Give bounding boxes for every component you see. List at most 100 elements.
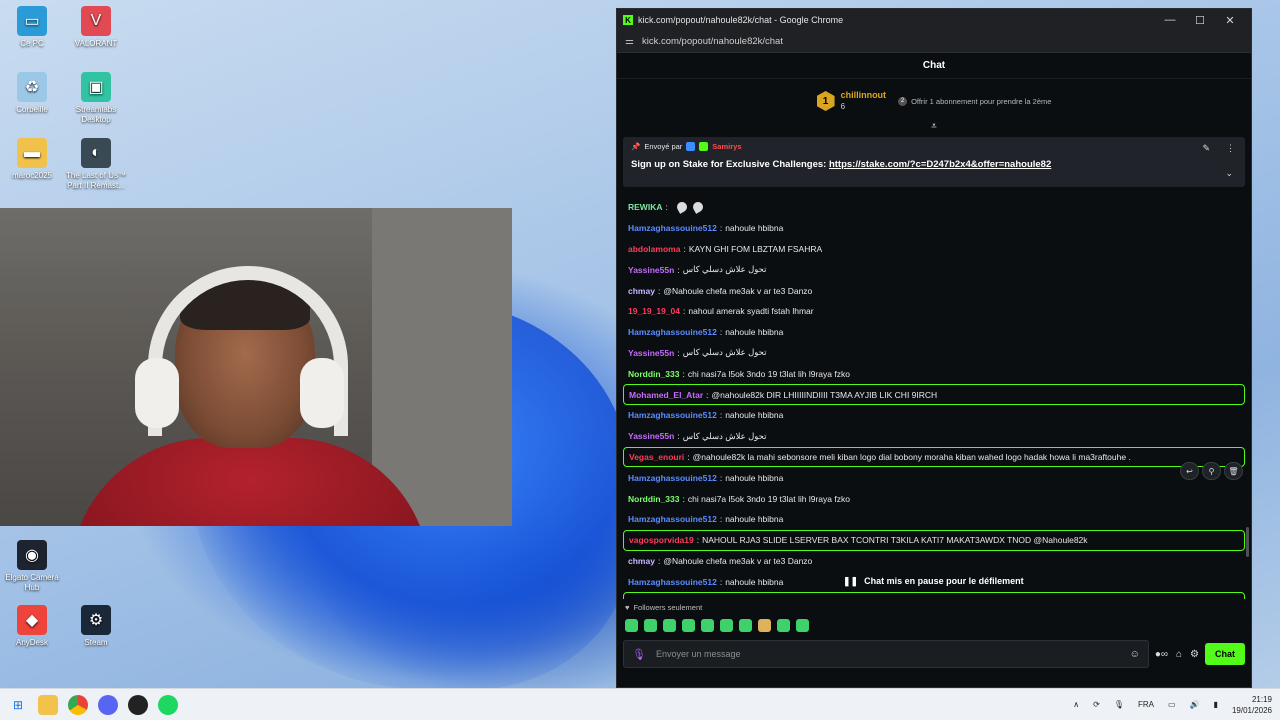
emote-icon[interactable] bbox=[625, 618, 638, 632]
desktop-icon-anydesk[interactable]: ◆ AnyDesk bbox=[0, 605, 64, 648]
username-separator: : bbox=[719, 410, 723, 421]
chat-username[interactable]: karam111bg bbox=[629, 598, 678, 599]
emote-icon[interactable] bbox=[644, 618, 657, 632]
emote-icon[interactable] bbox=[663, 618, 676, 632]
unpin-icon[interactable]: ✎ bbox=[1202, 143, 1210, 154]
emote-icon[interactable] bbox=[758, 618, 771, 632]
expand-chevron-icon[interactable]: ⌄ bbox=[1225, 168, 1233, 179]
desktop-icon-ce-pc[interactable]: ▭ Ce PC bbox=[0, 6, 64, 49]
chat-message[interactable]: Mohamed_El_Atar: @nahoule82k DIR LHIIIIIN… bbox=[623, 384, 1245, 405]
emote-icon[interactable] bbox=[796, 618, 809, 632]
chat-message[interactable]: REWIKA: bbox=[623, 197, 1245, 218]
network-icon[interactable]: ▭ bbox=[1168, 700, 1176, 709]
feather-emote-icon bbox=[691, 200, 705, 215]
chat-username[interactable]: REWIKA bbox=[628, 202, 662, 212]
settings-gear-icon[interactable]: ⚙ bbox=[1190, 649, 1199, 660]
chat-username[interactable]: Hamzaghassouine512 bbox=[628, 577, 717, 587]
mic-tray-icon[interactable]: 🎙 bbox=[1114, 700, 1124, 709]
desktop-icon-valorant[interactable]: V VALORANT bbox=[64, 6, 128, 49]
store-icon[interactable]: ⌂ bbox=[1176, 649, 1182, 660]
obs-icon[interactable] bbox=[128, 694, 148, 715]
chat-message[interactable]: Yassine55n: تحول علاش دسلي كاس bbox=[623, 259, 1245, 280]
sync-icon[interactable]: ⟳ bbox=[1093, 700, 1100, 709]
desktop-icon-corbeille[interactable]: ♻ Corbeille bbox=[0, 72, 64, 115]
chat-message[interactable]: Hamzaghassouine512: nahoule hbibna bbox=[623, 509, 1245, 530]
microphone-icon[interactable]: 🎙 bbox=[632, 648, 646, 661]
minimize-button[interactable]: — bbox=[1155, 14, 1185, 26]
maximize-button[interactable]: ☐ bbox=[1185, 14, 1215, 27]
chat-message[interactable]: Hamzaghassouine512: nahoule hbibna bbox=[623, 467, 1245, 488]
kickcoins-icon[interactable]: ●∞ bbox=[1155, 649, 1168, 660]
chat-message[interactable]: Yassine55n: تحول علاش دسلي كاس bbox=[623, 343, 1245, 364]
desktop-icon-steam[interactable]: ⚙ Steam bbox=[64, 605, 128, 648]
battery-icon[interactable]: ▮ bbox=[1214, 700, 1218, 709]
chat-message[interactable]: abdolamoma: KAYN GHI FOM LBZTAM FSAHRA bbox=[623, 239, 1245, 260]
emote-icon[interactable] bbox=[777, 618, 790, 632]
chat-message[interactable]: karam111bg:@Nahoule82k 3amrak sayadty da… bbox=[623, 592, 1245, 599]
chat-message[interactable]: vagosporvida19: NAHOUL RJA3 SLIDE LSERVER… bbox=[623, 529, 1245, 551]
pin-message-icon[interactable]: ⚲ bbox=[1202, 462, 1221, 480]
desktop-icon-elgato[interactable]: ◉ Elgato Camera Hub bbox=[0, 540, 64, 593]
chat-username[interactable]: vagosporvida19 bbox=[629, 535, 694, 545]
chat-username[interactable]: Hamzaghassouine512 bbox=[628, 223, 717, 233]
emoji-picker-icon[interactable]: ☺ bbox=[1130, 649, 1140, 660]
chat-message[interactable]: Vegas_enouri: @nahoule82k la mahi sebonso… bbox=[623, 446, 1245, 468]
chat-message[interactable]: chmay: @Nahoule chefa me3ak v ar te3 Danz… bbox=[623, 551, 1245, 572]
chat-message[interactable]: Norddin_333: chi nasi7a l5ok 3ndo 19 t3la… bbox=[623, 488, 1245, 509]
chat-username[interactable]: Hamzaghassouine512 bbox=[628, 514, 717, 524]
emote-icon[interactable] bbox=[739, 618, 752, 632]
chat-username[interactable]: Mohamed_El_Atar bbox=[629, 390, 703, 400]
desktop-icon-streamlabs[interactable]: ▣ Streamlabs Desktop bbox=[64, 72, 128, 125]
chat-username[interactable]: Norddin_333 bbox=[628, 494, 680, 504]
desktop-icon-tlou[interactable]: ◐ The Last of Us™ Part II Remast... bbox=[64, 138, 128, 191]
file-explorer-icon[interactable] bbox=[38, 694, 58, 715]
delete-icon[interactable]: 🗑 bbox=[1224, 462, 1243, 480]
chat-username[interactable]: chmay bbox=[628, 286, 655, 296]
chat-username[interactable]: abdolamoma bbox=[628, 244, 680, 254]
address-bar[interactable]: ⚌ kick.com/popout/nahoule82k/chat bbox=[617, 31, 1251, 53]
pinned-sender-name[interactable]: Samirys bbox=[712, 142, 741, 151]
chat-paused-banner[interactable]: ❚❚ Chat mis en pause pour le défilement bbox=[833, 570, 1034, 592]
pinned-link[interactable]: https://stake.com/?c=D247b2x4&offer=naho… bbox=[829, 159, 1051, 170]
desktop-icon-folder[interactable]: ▬ maroc2025 bbox=[0, 138, 64, 181]
chat-message[interactable]: Hamzaghassouine512: nahoule hbibna bbox=[623, 405, 1245, 426]
start-menu-icon[interactable]: ⊞ bbox=[8, 695, 28, 715]
clock[interactable]: 21:19 19/01/2026 bbox=[1232, 694, 1272, 716]
emote-icon[interactable] bbox=[682, 618, 695, 632]
chat-username[interactable]: Norddin_333 bbox=[628, 369, 680, 379]
top-gifter[interactable]: chillinnout 6 bbox=[841, 89, 887, 113]
tray-chevron-icon[interactable]: ∧ bbox=[1073, 700, 1079, 709]
chat-scrollbar[interactable] bbox=[1246, 527, 1249, 557]
close-button[interactable]: ✕ bbox=[1215, 14, 1245, 27]
send-chat-button[interactable]: Chat bbox=[1205, 643, 1245, 665]
volume-icon[interactable]: 🔊 bbox=[1190, 700, 1200, 709]
chat-username[interactable]: Yassine55n bbox=[628, 265, 674, 275]
chat-username[interactable]: Vegas_enouri bbox=[629, 452, 684, 462]
chat-message[interactable]: Hamzaghassouine512: nahoule hbibna bbox=[623, 322, 1245, 343]
chat-username[interactable]: Hamzaghassouine512 bbox=[628, 327, 717, 337]
chat-message-text: @nahoule82k DIR LHIIIIINDIIII T3MA AYJIB… bbox=[711, 389, 938, 400]
next-gift-prompt[interactable]: 2 Offrir 1 abonnement pour prendre la 2è… bbox=[898, 96, 1051, 106]
chat-username[interactable]: Yassine55n bbox=[628, 348, 674, 358]
chat-username[interactable]: Hamzaghassouine512 bbox=[628, 473, 717, 483]
site-settings-icon[interactable]: ⚌ bbox=[625, 36, 634, 47]
chat-username[interactable]: Hamzaghassouine512 bbox=[628, 410, 717, 420]
message-input[interactable]: 🎙 Envoyer un message ☺ bbox=[623, 640, 1149, 668]
more-options-icon[interactable]: ⋮ bbox=[1226, 143, 1235, 154]
chat-message[interactable]: chmay: @Nahoule chefa me3ak v ar te3 Danz… bbox=[623, 280, 1245, 301]
chat-username[interactable]: chmay bbox=[628, 556, 655, 566]
chat-message[interactable]: Hamzaghassouine512: nahoule hbibna bbox=[623, 218, 1245, 239]
chat-message[interactable]: 19_19_19_04: nahoul amerak syadti fstah l… bbox=[623, 301, 1245, 322]
discord-icon[interactable] bbox=[98, 694, 118, 715]
reply-icon[interactable]: ↩ bbox=[1180, 462, 1199, 480]
chat-message[interactable]: Yassine55n: تحول علاش دسلي كاس bbox=[623, 426, 1245, 447]
chat-message[interactable]: Norddin_333: chi nasi7a l5ok 3ndo 19 t3la… bbox=[623, 363, 1245, 384]
chat-username[interactable]: 19_19_19_04 bbox=[628, 306, 680, 316]
chat-username[interactable]: Yassine55n bbox=[628, 431, 674, 441]
emote-icon[interactable] bbox=[701, 618, 714, 632]
collapse-arrow-icon[interactable]: ⩡ bbox=[617, 122, 1251, 133]
chrome-icon[interactable] bbox=[68, 694, 88, 715]
language-indicator[interactable]: FRA bbox=[1138, 700, 1154, 709]
spotify-icon[interactable] bbox=[158, 694, 178, 715]
emote-icon[interactable] bbox=[720, 618, 733, 632]
